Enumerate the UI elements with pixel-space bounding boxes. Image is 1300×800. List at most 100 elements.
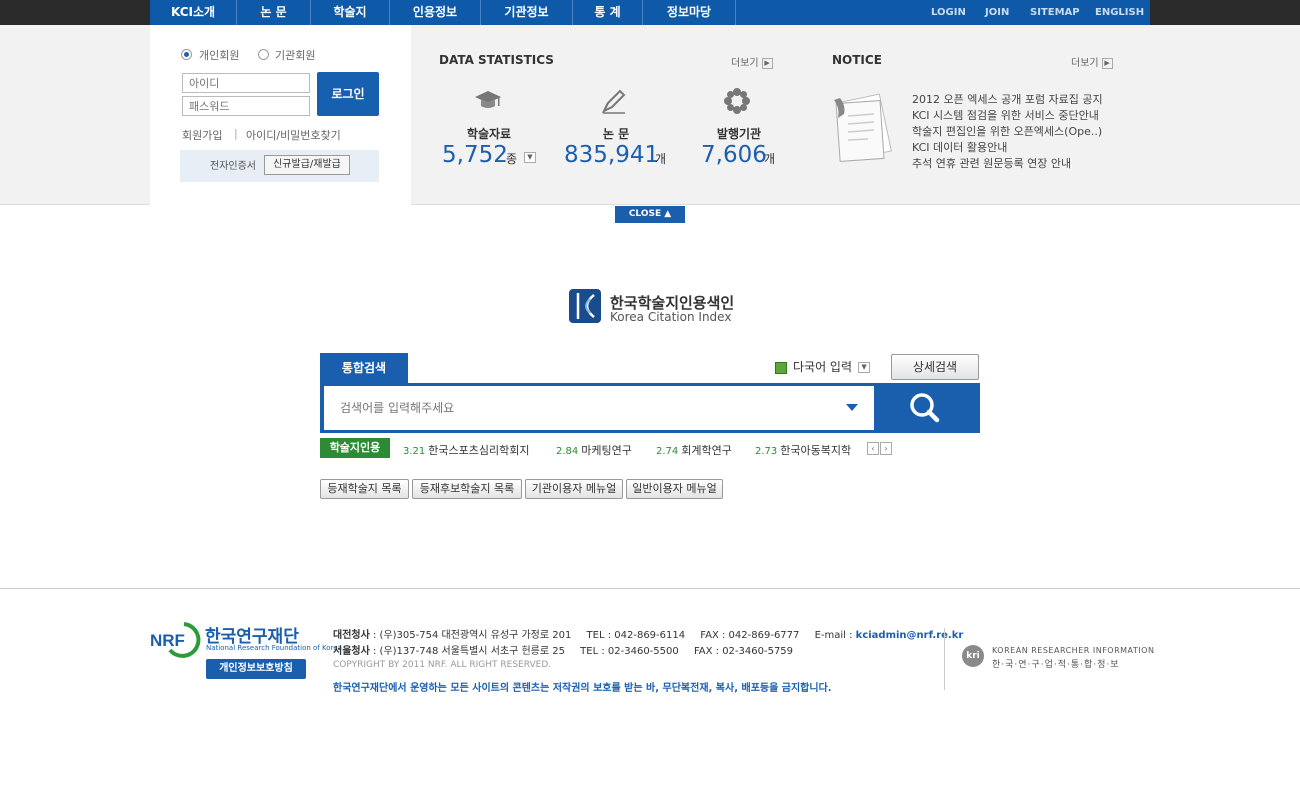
cert-label: 전자인증서 <box>210 161 256 172</box>
id-input[interactable] <box>182 73 310 93</box>
stats-more-label: 더보기 <box>731 58 759 69</box>
email-link[interactable]: kciadmin@nrf.re.kr <box>856 630 964 641</box>
multi-lang-label: 다국어 입력 <box>793 360 853 374</box>
notice-item[interactable]: KCI 시스템 점검을 위한 서비스 중단안내 <box>912 107 1099 123</box>
link-separator: | <box>234 127 238 140</box>
stat-label-journals: 학술자료 <box>466 127 512 141</box>
advanced-search-button[interactable]: 상세검색 <box>891 354 979 380</box>
listed-journals-button[interactable]: 등재학술지 목록 <box>320 479 409 499</box>
privacy-policy-button[interactable]: 개인정보보호방침 <box>206 659 306 679</box>
stat-unit-papers: 개 <box>655 152 667 166</box>
daejeon-tel: TEL : 042-869-6114 <box>586 630 686 641</box>
candidate-journals-button[interactable]: 등재후보학술지 목록 <box>412 479 522 499</box>
logo-subtitle: Korea Citation Index <box>610 310 732 324</box>
cert-issue-button[interactable]: 신규발급/재발급 <box>264 155 350 175</box>
stat-value-journals: 5,752 <box>442 142 508 168</box>
nav-journals[interactable]: 학술지 <box>311 0 390 25</box>
notice-item[interactable]: 학술지 편집인을 위한 오픈엑세스(Ope..) <box>912 123 1102 139</box>
util-login[interactable]: LOGIN <box>931 0 966 25</box>
svg-text:NRF: NRF <box>150 631 185 650</box>
chevron-down-icon[interactable]: ▼ <box>524 152 536 163</box>
find-account-link[interactable]: 아이디/비밀번호찾기 <box>246 127 341 143</box>
stat-unit-publishers: 개 <box>764 152 776 166</box>
chevron-right-icon: ▶ <box>1101 57 1113 69</box>
daejeon-fax: FAX : 042-869-6777 <box>700 630 800 641</box>
radio-personal[interactable] <box>181 49 192 60</box>
kri-logo[interactable]: kri <box>962 645 984 667</box>
close-label: CLOSE <box>628 209 662 219</box>
daejeon-addr: : (우)305-754 대전광역시 유성구 가정로 201 <box>373 630 572 641</box>
stat-label-publishers: 발행기관 <box>716 127 762 141</box>
kri-name-ko: 한·국·연·구·업·적·통·합·정·보 <box>992 660 1120 670</box>
footer-seoul: 서울청사 : (우)137-748 서울특별시 서초구 헌릉로 25 TEL :… <box>333 642 793 657</box>
search-icon <box>910 393 940 423</box>
nav-citation[interactable]: 인용정보 <box>390 0 481 25</box>
search-dropdown-icon[interactable] <box>846 404 858 411</box>
notice-item[interactable]: 추석 연휴 관련 원문등록 연장 안내 <box>912 155 1071 171</box>
multi-lang-input-toggle[interactable]: 다국어 입력 ▼ <box>775 358 871 375</box>
close-panel-button[interactable]: CLOSE ▲ <box>615 206 685 223</box>
notice-item[interactable]: 2012 오픈 엑세스 공개 포럼 자료집 공지 <box>912 91 1103 107</box>
jci-score: 2.84 <box>556 446 579 457</box>
flower-icon <box>722 86 752 116</box>
kri-name-en: KOREAN RESEARCHER INFORMATION <box>992 646 1155 655</box>
stats-more-link[interactable]: 더보기 ▶ <box>731 54 773 69</box>
stats-title: DATA STATISTICS <box>439 53 554 67</box>
jci-item[interactable]: 2.84 마케팅연구 <box>556 442 632 458</box>
nav-institution[interactable]: 기관정보 <box>481 0 573 25</box>
footer-vertical-divider <box>944 628 945 690</box>
main-nav: KCI소개 논 문 학술지 인용정보 기관정보 통 계 정보마당 LOGIN J… <box>150 0 1150 25</box>
chevron-down-icon: ▼ <box>858 362 871 373</box>
util-english[interactable]: ENGLISH <box>1095 0 1144 25</box>
util-sitemap[interactable]: SITEMAP <box>1030 0 1080 25</box>
stat-unit-journals: 종 <box>506 152 518 166</box>
password-input[interactable] <box>182 96 310 116</box>
org-name-en: National Research Foundation of Korea <box>206 644 342 652</box>
search-input[interactable] <box>324 386 874 430</box>
notice-title: NOTICE <box>832 53 882 67</box>
page: KCI소개 논 문 학술지 인용정보 기관정보 통 계 정보마당 LOGIN J… <box>0 0 1300 800</box>
radio-institution[interactable] <box>258 49 269 60</box>
search-button[interactable] <box>876 383 980 433</box>
daejeon-label: 대전청사 <box>333 630 370 641</box>
jci-score: 3.21 <box>403 446 426 457</box>
chevron-right-icon: ▶ <box>761 57 773 69</box>
login-button[interactable]: 로그인 <box>317 72 379 116</box>
footer-divider <box>0 588 1300 589</box>
institution-manual-button[interactable]: 기관이용자 메뉴얼 <box>525 479 623 499</box>
graduation-cap-icon <box>473 86 503 116</box>
jci-journal: 회계학연구 <box>681 444 732 457</box>
chevron-left-icon[interactable]: ‹ <box>867 442 879 455</box>
seoul-addr: : (우)137-748 서울특별시 서초구 헌릉로 25 <box>373 646 565 657</box>
join-link[interactable]: 회원가입 <box>182 127 222 143</box>
general-manual-button[interactable]: 일반이용자 메뉴얼 <box>626 479 723 499</box>
jci-journal: 한국스포츠심리학회지 <box>428 444 530 457</box>
radio-institution-label: 기관회원 <box>275 49 316 62</box>
copyright: COPYRIGHT BY 2011 NRF. ALL RIGHT RESERVE… <box>333 660 552 670</box>
copyright-warning: 한국연구재단에서 운영하는 모든 사이트의 콘텐츠는 저작권의 보호를 받는 바… <box>333 683 832 694</box>
email-label: E-mail : <box>814 630 853 641</box>
radio-personal-label: 개인회원 <box>199 49 240 62</box>
tab-integrated-search[interactable]: 통합검색 <box>320 353 408 384</box>
notice-item[interactable]: KCI 데이터 활용안내 <box>912 139 1007 155</box>
chevron-up-icon: ▲ <box>664 209 672 219</box>
seoul-fax: FAX : 02-3460-5759 <box>693 646 794 657</box>
stat-label-papers: 논 문 <box>602 127 630 141</box>
jci-item[interactable]: 2.73 한국아동복지학 <box>755 442 851 458</box>
footer-daejeon: 대전청사 : (우)305-754 대전광역시 유성구 가정로 201 TEL … <box>333 626 963 641</box>
jci-item[interactable]: 2.74 회계학연구 <box>656 442 732 458</box>
jci-score: 2.73 <box>755 446 778 457</box>
seoul-label: 서울청사 <box>333 646 370 657</box>
util-join[interactable]: JOIN <box>985 0 1009 25</box>
chevron-right-icon[interactable]: › <box>880 442 892 455</box>
jci-badge: 학술지인용 <box>320 438 390 458</box>
seoul-tel: TEL : 02-3460-5500 <box>580 646 679 657</box>
notice-more-label: 더보기 <box>1071 58 1099 69</box>
jci-item[interactable]: 3.21 한국스포츠심리학회지 <box>403 442 529 458</box>
nav-statistics[interactable]: 통 계 <box>573 0 643 25</box>
nav-papers[interactable]: 논 문 <box>237 0 311 25</box>
notice-more-link[interactable]: 더보기 ▶ <box>1071 54 1113 69</box>
jci-score: 2.74 <box>656 446 679 457</box>
nav-info[interactable]: 정보마당 <box>643 0 736 25</box>
nav-kci-intro[interactable]: KCI소개 <box>150 0 237 25</box>
